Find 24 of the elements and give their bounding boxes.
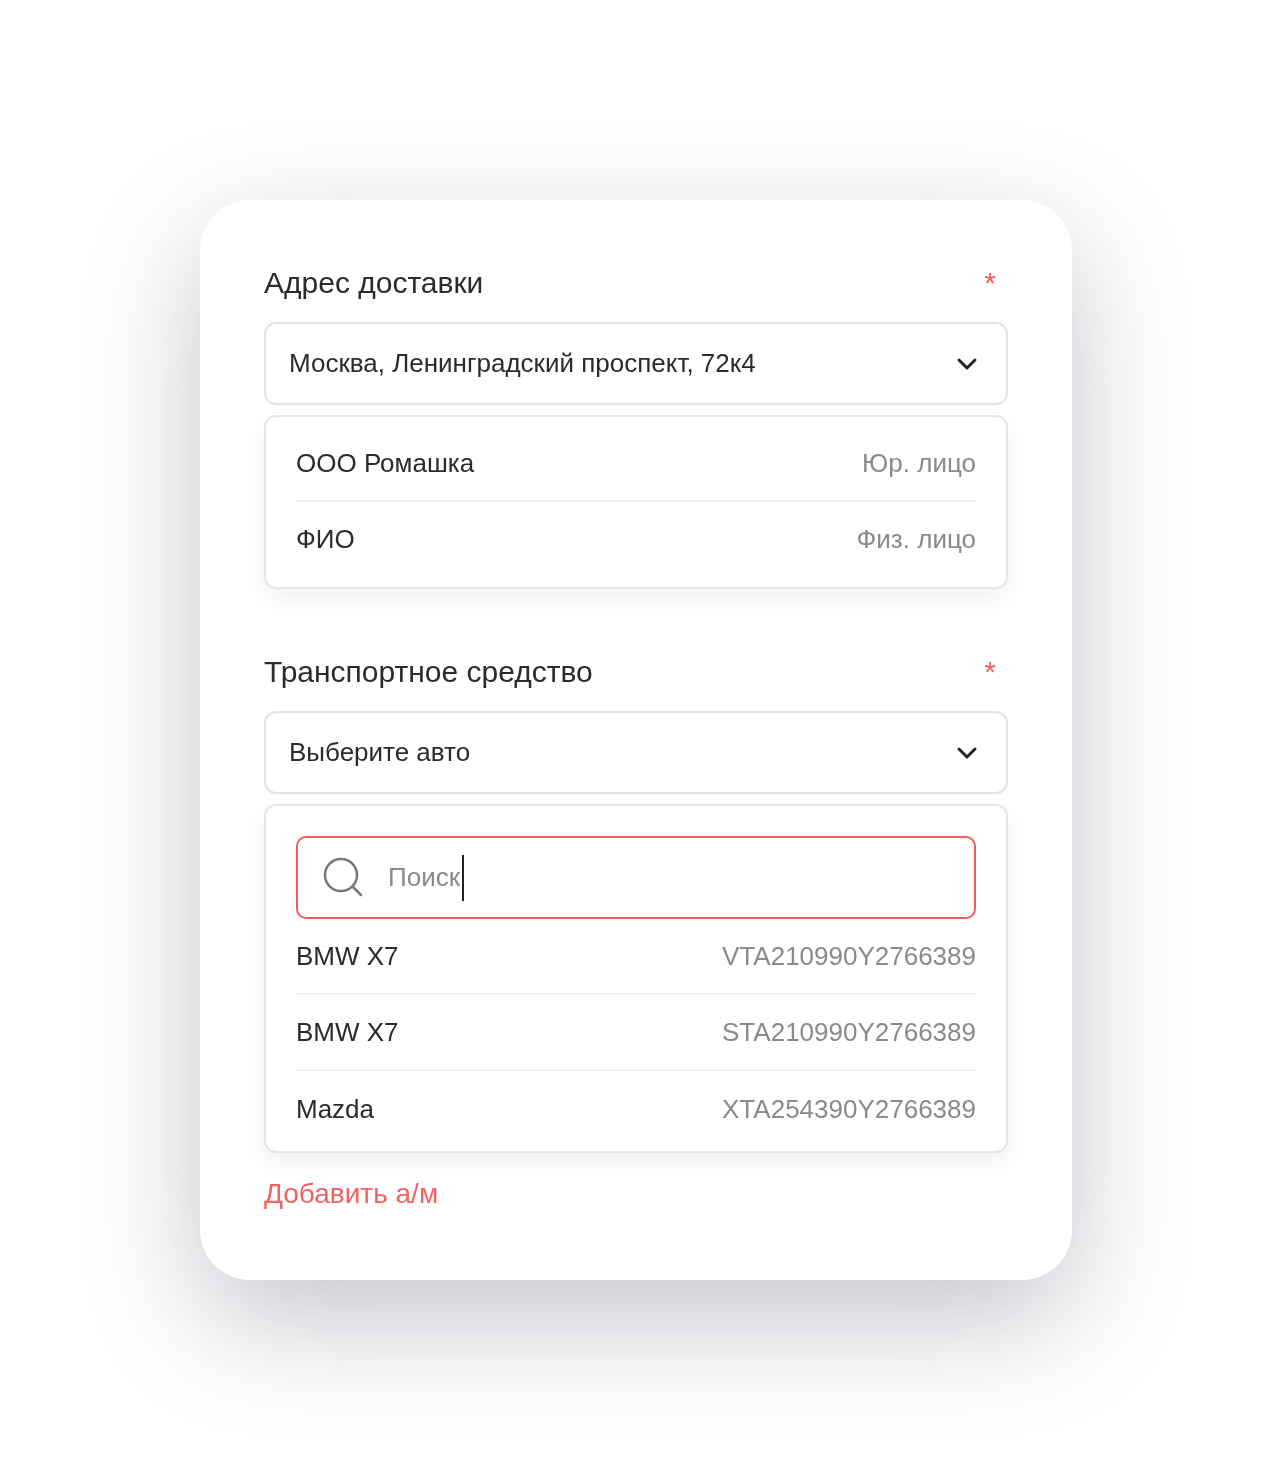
text-cursor — [462, 854, 465, 901]
chevron-down-icon — [956, 356, 978, 371]
select-field[interactable]: Выберите авто — [264, 711, 1008, 794]
field-label: Транспортное средство — [264, 655, 593, 689]
option-detail: VTA210990Y2766389 — [722, 939, 976, 973]
option-name: Mazda — [296, 1092, 375, 1126]
select-field[interactable]: Москва, Ленинградский проспект, 72к4 — [264, 322, 1008, 405]
option-detail: STA210990Y2766389 — [722, 1015, 976, 1049]
option-detail: Юр. лицо — [862, 447, 976, 480]
required-mark: * — [984, 655, 996, 689]
field-label: Адрес доставки — [264, 266, 484, 300]
required-mark: * — [984, 266, 996, 300]
option-name: ФИО — [296, 523, 355, 556]
option-row[interactable]: ФИО Физ. лицо — [296, 502, 976, 577]
option-row[interactable]: ООО Ромашка Юр. лицо — [296, 427, 976, 502]
option-row[interactable]: BMW X7 VTA210990Y2766389 — [296, 919, 976, 995]
chevron-down-icon — [956, 745, 978, 760]
option-detail: Физ. лицо — [856, 523, 976, 556]
option-row[interactable]: BMW X7 STA210990Y2766389 — [296, 995, 976, 1071]
option-name: ООО Ромашка — [296, 447, 475, 480]
option-row[interactable]: Mazda XTA254390Y2766389 — [296, 1071, 976, 1147]
option-detail: XTA254390Y2766389 — [722, 1092, 976, 1126]
option-name: BMW X7 — [296, 939, 399, 973]
option-name: BMW X7 — [296, 1015, 399, 1049]
